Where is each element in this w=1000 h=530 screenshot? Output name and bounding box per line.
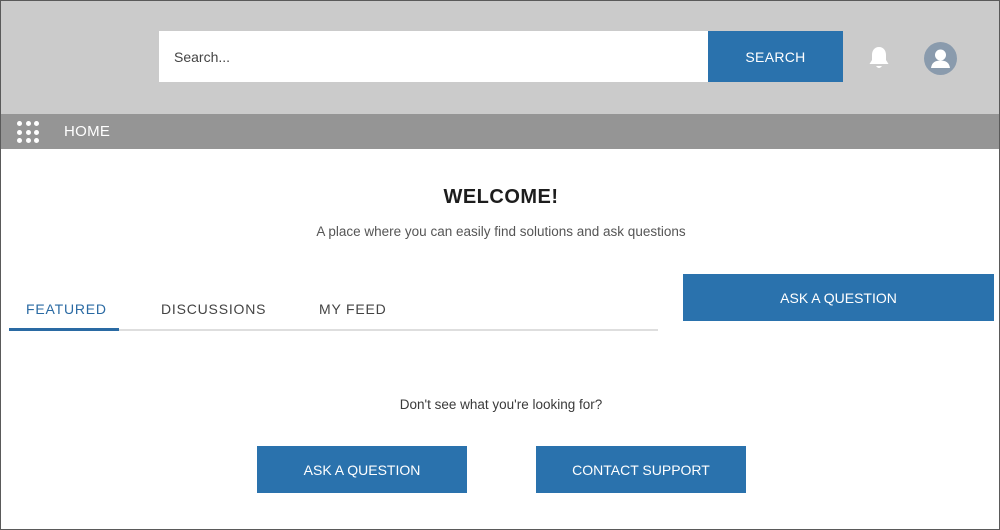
search-button[interactable]: SEARCH [708,31,843,82]
search-input[interactable] [159,31,709,82]
nav-bar: HOME [1,114,999,149]
page-frame: SEARCH HOME WELCOME! A place where you c… [0,0,1000,530]
tab-featured[interactable]: FEATURED [26,301,107,331]
active-tab-indicator [9,328,119,331]
page-title: WELCOME! [443,186,559,208]
nav-home-link[interactable]: HOME [64,123,110,140]
contact-support-button[interactable]: CONTACT SUPPORT [536,446,746,493]
bell-icon[interactable] [867,45,891,71]
ask-question-button-top[interactable]: ASK A QUESTION [683,274,994,321]
ask-question-button[interactable]: ASK A QUESTION [257,446,467,493]
header-bar: SEARCH [1,1,999,114]
user-avatar-icon[interactable] [924,42,957,75]
page-subtitle: A place where you can easily find soluti… [316,224,686,239]
tab-my-feed[interactable]: MY FEED [319,301,387,331]
tab-bar: FEATURED DISCUSSIONS MY FEED [9,291,658,331]
app-launcher-grid-icon[interactable] [17,121,39,143]
tab-discussions[interactable]: DISCUSSIONS [161,301,266,331]
help-prompt-text: Don't see what you're looking for? [399,397,603,412]
